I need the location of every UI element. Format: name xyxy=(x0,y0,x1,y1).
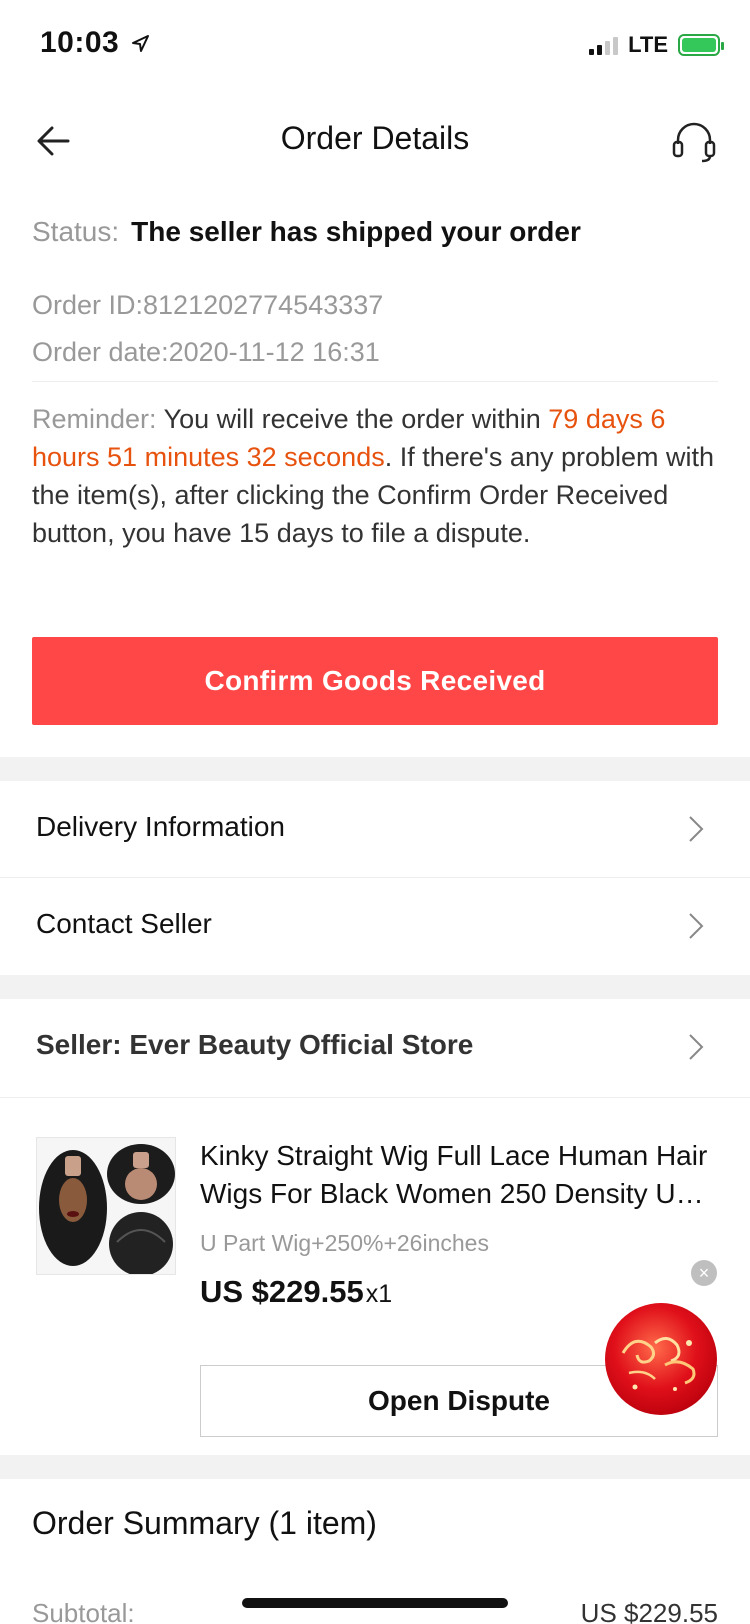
reminder-text: Reminder: You will receive the order wit… xyxy=(32,400,722,552)
seller-row[interactable]: Seller: Ever Beauty Official Store xyxy=(0,999,750,1095)
network-type: LTE xyxy=(628,32,668,57)
section-gap xyxy=(0,975,750,999)
seller-name: Seller: Ever Beauty Official Store xyxy=(36,1029,474,1060)
reminder-label: Reminder: xyxy=(32,404,157,434)
chevron-right-icon xyxy=(689,816,704,842)
delivery-information-label: Delivery Information xyxy=(36,811,285,842)
status-indicators: LTE xyxy=(589,30,724,60)
navigation-bar: Order Details xyxy=(0,100,750,182)
status-value: The seller has shipped your order xyxy=(131,216,581,247)
signal-icon xyxy=(589,35,619,55)
subtotal-label: Subtotal: xyxy=(32,1598,135,1624)
home-indicator[interactable] xyxy=(242,1598,508,1608)
status-bar: 10:03 LTE xyxy=(0,0,750,90)
product-title[interactable]: Kinky Straight Wig Full Lace Human Hair … xyxy=(200,1137,720,1213)
status-time: 10:03 xyxy=(40,26,150,60)
section-gap xyxy=(0,757,750,781)
divider xyxy=(0,1097,750,1098)
close-promo-icon[interactable]: × xyxy=(691,1260,717,1286)
divider xyxy=(32,381,718,382)
order-date: Order date:2020-11-12 16:31 xyxy=(32,337,380,367)
order-summary-title: Order Summary (1 item) xyxy=(32,1505,377,1541)
order-id: Order ID:8121202774543337 xyxy=(32,290,384,320)
product-thumbnail[interactable] xyxy=(36,1137,176,1275)
contact-seller-row[interactable]: Contact Seller xyxy=(0,878,750,974)
section-gap xyxy=(0,1455,750,1479)
location-arrow-icon xyxy=(132,35,150,53)
subtotal-value: US $229.55 xyxy=(580,1598,718,1624)
confirm-goods-received-button[interactable]: Confirm Goods Received xyxy=(32,637,718,725)
promo-graphic xyxy=(621,1337,696,1391)
wig-product-image xyxy=(37,1138,175,1274)
headset-support-icon[interactable] xyxy=(668,114,720,166)
product-quantity: x1 xyxy=(365,1280,393,1308)
status-label: Status: xyxy=(32,216,120,247)
product-price: US $229.55x1 xyxy=(200,1274,392,1310)
battery-icon xyxy=(678,34,724,56)
order-status: Status: The seller has shipped your order xyxy=(32,216,581,248)
contact-seller-label: Contact Seller xyxy=(36,908,212,939)
delivery-information-row[interactable]: Delivery Information xyxy=(0,781,750,877)
page-title: Order Details xyxy=(280,120,470,156)
product-variant: U Part Wig+250%+26inches xyxy=(200,1230,489,1256)
floating-promo-button[interactable] xyxy=(605,1303,717,1415)
chevron-right-icon xyxy=(689,1034,704,1060)
price-value: US $229.55 xyxy=(200,1274,364,1309)
reminder-text-before: You will receive the order within xyxy=(163,404,541,434)
chevron-right-icon xyxy=(689,913,704,939)
